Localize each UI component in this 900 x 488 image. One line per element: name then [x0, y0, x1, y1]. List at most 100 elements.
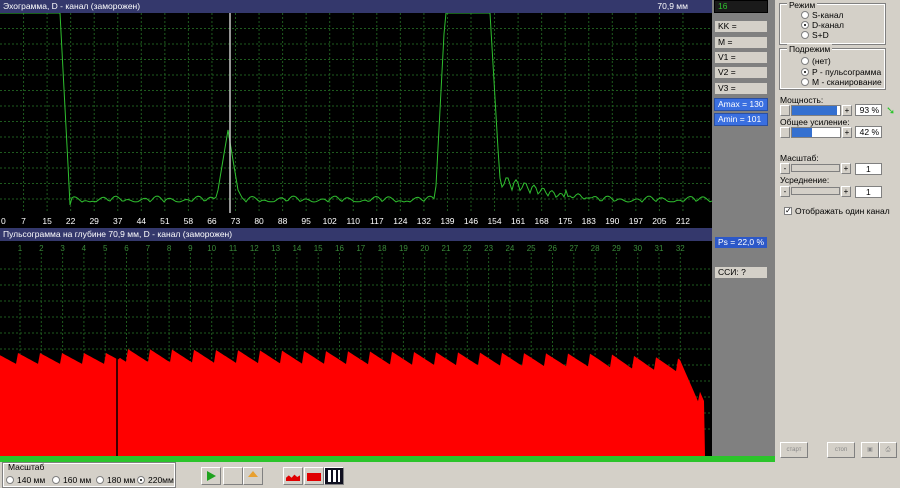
- pulsogram-title: Пульсограмма на глубине 70,9 мм, D - кан…: [3, 229, 233, 239]
- echo-x-tick-label: 37: [113, 216, 123, 226]
- power-bar[interactable]: [791, 105, 841, 116]
- echo-trace: [0, 13, 712, 206]
- columns-view-button[interactable]: [324, 467, 344, 485]
- submode-option-none[interactable]: (нет): [801, 56, 831, 66]
- print-icon[interactable]: ⎙: [879, 442, 897, 458]
- echogram-svg: [0, 13, 712, 213]
- record-button[interactable]: [243, 467, 263, 485]
- submode-option-pulse[interactable]: P - пульсограмма: [801, 67, 881, 77]
- gain-label: Общее усиление:: [780, 117, 850, 127]
- scale-decrease-button[interactable]: -: [780, 163, 790, 174]
- mode-option-d-label: D-канал: [812, 20, 844, 30]
- bottom-toolbar: Масштаб 140 мм 160 мм 180 мм 220мм: [0, 462, 900, 488]
- submode-option-scan-label: M - сканирование: [812, 77, 882, 87]
- echo-x-tick-label: 58: [184, 216, 194, 226]
- scale-220-option[interactable]: 220мм: [137, 475, 174, 485]
- pulse-beat-label: 13: [271, 244, 280, 253]
- v1-indicator: V1 =: [714, 51, 768, 64]
- play-button[interactable]: [201, 467, 221, 485]
- echo-x-tick-label: 197: [629, 216, 643, 226]
- submode-option-scan[interactable]: M - сканирование: [801, 77, 882, 87]
- scale-increase-button[interactable]: +: [841, 163, 851, 174]
- avg-track[interactable]: [791, 187, 840, 195]
- amax-indicator: Amax = 130: [714, 98, 768, 111]
- avg-label: Усреднение:: [780, 175, 830, 185]
- pulse-beat-label: 14: [292, 244, 301, 253]
- pulse-beat-label: 7: [146, 244, 151, 253]
- pulse-beat-label: 15: [314, 244, 323, 253]
- scale-group-title: Масштаб: [8, 462, 45, 472]
- echo-x-tick-label: 183: [582, 216, 596, 226]
- echogram-plot[interactable]: [0, 13, 712, 213]
- scale-160-option[interactable]: 160 мм: [52, 475, 91, 485]
- pulse-view-button[interactable]: [283, 467, 303, 485]
- ps-indicator: Ps = 22,0 %: [714, 236, 768, 249]
- mode-option-sd[interactable]: S+D: [801, 30, 829, 40]
- echo-x-tick-label: 80: [254, 216, 264, 226]
- pulse-beat-label: 31: [655, 244, 664, 253]
- echo-x-tick-label: 95: [301, 216, 311, 226]
- mode-option-s-label: S-канал: [812, 10, 844, 20]
- power-label: Мощность:: [780, 95, 824, 105]
- save-icon[interactable]: ▣: [861, 442, 879, 458]
- echo-x-tick-label: 212: [676, 216, 690, 226]
- pulse-beat-label: 3: [60, 244, 65, 253]
- pulse-beat-label: 17: [356, 244, 365, 253]
- scale-140-label: 140 мм: [17, 475, 46, 485]
- echogram-depth: 70,9 мм: [657, 1, 688, 11]
- echo-x-tick-label: 154: [487, 216, 501, 226]
- scale-track[interactable]: [791, 164, 840, 172]
- pulse-beat-label: 4: [82, 244, 87, 253]
- gain-bar-fill: [792, 128, 813, 137]
- single-channel-checkbox[interactable]: ✓ Отображать один канал: [784, 206, 890, 216]
- pulse-beat-label: 6: [124, 244, 129, 253]
- single-channel-label: Отображать один канал: [795, 206, 890, 216]
- power-increase-button[interactable]: +: [842, 105, 852, 116]
- echo-x-tick-label: 124: [393, 216, 407, 226]
- echo-view-button[interactable]: [304, 467, 324, 485]
- power-decrease-button[interactable]: [780, 105, 790, 116]
- scale-140-option[interactable]: 140 мм: [6, 475, 45, 485]
- radio-icon: [801, 21, 809, 29]
- start-button[interactable]: старт: [780, 442, 808, 458]
- echo-x-tick-label: 66: [207, 216, 217, 226]
- gain-bar[interactable]: [791, 127, 841, 138]
- mode-option-s[interactable]: S-канал: [801, 10, 844, 20]
- pulse-beat-label: 1: [18, 244, 23, 253]
- gain-decrease-button[interactable]: [780, 127, 790, 138]
- scale-label: Масштаб:: [780, 153, 819, 163]
- checkbox-icon: ✓: [784, 206, 792, 215]
- avg-increase-button[interactable]: +: [841, 186, 851, 197]
- echo-x-tick-label: 132: [417, 216, 431, 226]
- stop-button[interactable]: стоп: [827, 442, 855, 458]
- pulse-beat-label: 11: [229, 244, 238, 253]
- scale-220-label: 220мм: [148, 475, 174, 485]
- echo-x-tick-label: 29: [89, 216, 99, 226]
- submode-option-none-label: (нет): [812, 56, 831, 66]
- echo-x-tick-label: 88: [278, 216, 288, 226]
- m-indicator: M =: [714, 36, 768, 49]
- echo-x-tick-label: 168: [535, 216, 549, 226]
- mode-option-d[interactable]: D-канал: [801, 20, 844, 30]
- pulse-beat-label: 26: [548, 244, 557, 253]
- power-bar-fill: [792, 106, 837, 115]
- pulsogram-title-bar: Пульсограмма на глубине 70,9 мм, D - кан…: [0, 228, 712, 241]
- ssi-indicator: ССИ: ?: [714, 266, 768, 279]
- pulse-beat-label: 24: [505, 244, 514, 253]
- radio-icon: [801, 31, 809, 39]
- power-arrow-icon[interactable]: ➘: [886, 104, 895, 117]
- scale-180-option[interactable]: 180 мм: [96, 475, 135, 485]
- echo-x-tick-label: 44: [137, 216, 147, 226]
- blank-button[interactable]: [223, 467, 243, 485]
- pulsogram-plot[interactable]: 1 2 3 4 5 6 7 8 9 10 11 12 13 14 15 16 17 18 19 20 21 22 23 24 2…: [0, 241, 712, 456]
- avg-decrease-button[interactable]: -: [780, 186, 790, 197]
- eject-icon: [248, 471, 258, 477]
- radio-icon: [801, 68, 809, 76]
- scale-160-label: 160 мм: [63, 475, 92, 485]
- mode-group-title: Режим: [787, 0, 818, 10]
- pulse-beat-label: 21: [442, 244, 451, 253]
- submode-group-title: Подрежим: [787, 44, 833, 54]
- amin-indicator: Amin = 101: [714, 113, 768, 126]
- gain-increase-button[interactable]: +: [842, 127, 852, 138]
- echo-x-tick-label: 22: [66, 216, 76, 226]
